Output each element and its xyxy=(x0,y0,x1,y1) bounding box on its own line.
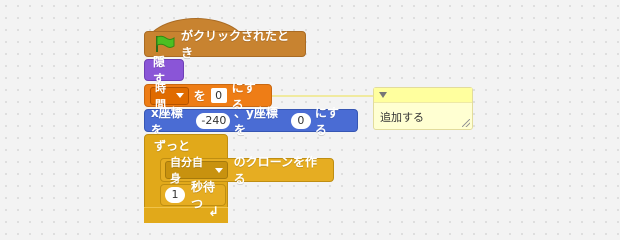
clone-suffix-label: のクローンを作る xyxy=(233,155,318,186)
forever-label: ずっと xyxy=(154,138,191,153)
wait-seconds-input[interactable]: 1 xyxy=(165,187,185,203)
wait-suffix-label: 秒待つ xyxy=(191,180,216,211)
wait-block[interactable]: 1 秒待つ xyxy=(160,180,226,211)
resize-handle-icon[interactable] xyxy=(462,119,470,127)
y-value-input[interactable]: 0 xyxy=(290,112,311,129)
x-value-input[interactable]: -240 xyxy=(196,112,231,129)
comment-header[interactable] xyxy=(374,88,472,103)
variable-value-input[interactable]: 0 xyxy=(210,88,227,103)
collapse-triangle-icon[interactable] xyxy=(379,92,387,98)
forever-label-wrap: ずっと xyxy=(148,136,196,154)
create-clone-block[interactable]: 自分自身 のクローンを作る xyxy=(160,155,334,186)
comment-connector xyxy=(272,95,374,97)
comment-text[interactable]: 追加する xyxy=(374,103,472,125)
chevron-down-icon xyxy=(175,93,184,98)
go-to-xy-block[interactable]: x座標を -240 、y座標を 0 にする xyxy=(144,106,358,137)
variable-dropdown[interactable]: 時間 xyxy=(150,82,189,111)
y-label: 、y座標を xyxy=(234,105,278,137)
chevron-down-icon xyxy=(214,167,223,173)
set-to-label: を xyxy=(193,89,206,103)
goto-suffix-label: にする xyxy=(314,105,339,137)
hat-block-label: がクリックされたとき xyxy=(181,29,290,60)
green-flag-icon xyxy=(153,35,175,53)
clone-target-dropdown[interactable]: 自分自身 xyxy=(165,156,228,185)
block-comment[interactable]: 追加する xyxy=(373,87,473,130)
hide-block[interactable]: 隠す xyxy=(144,55,184,86)
x-label: x座標を xyxy=(151,105,183,137)
